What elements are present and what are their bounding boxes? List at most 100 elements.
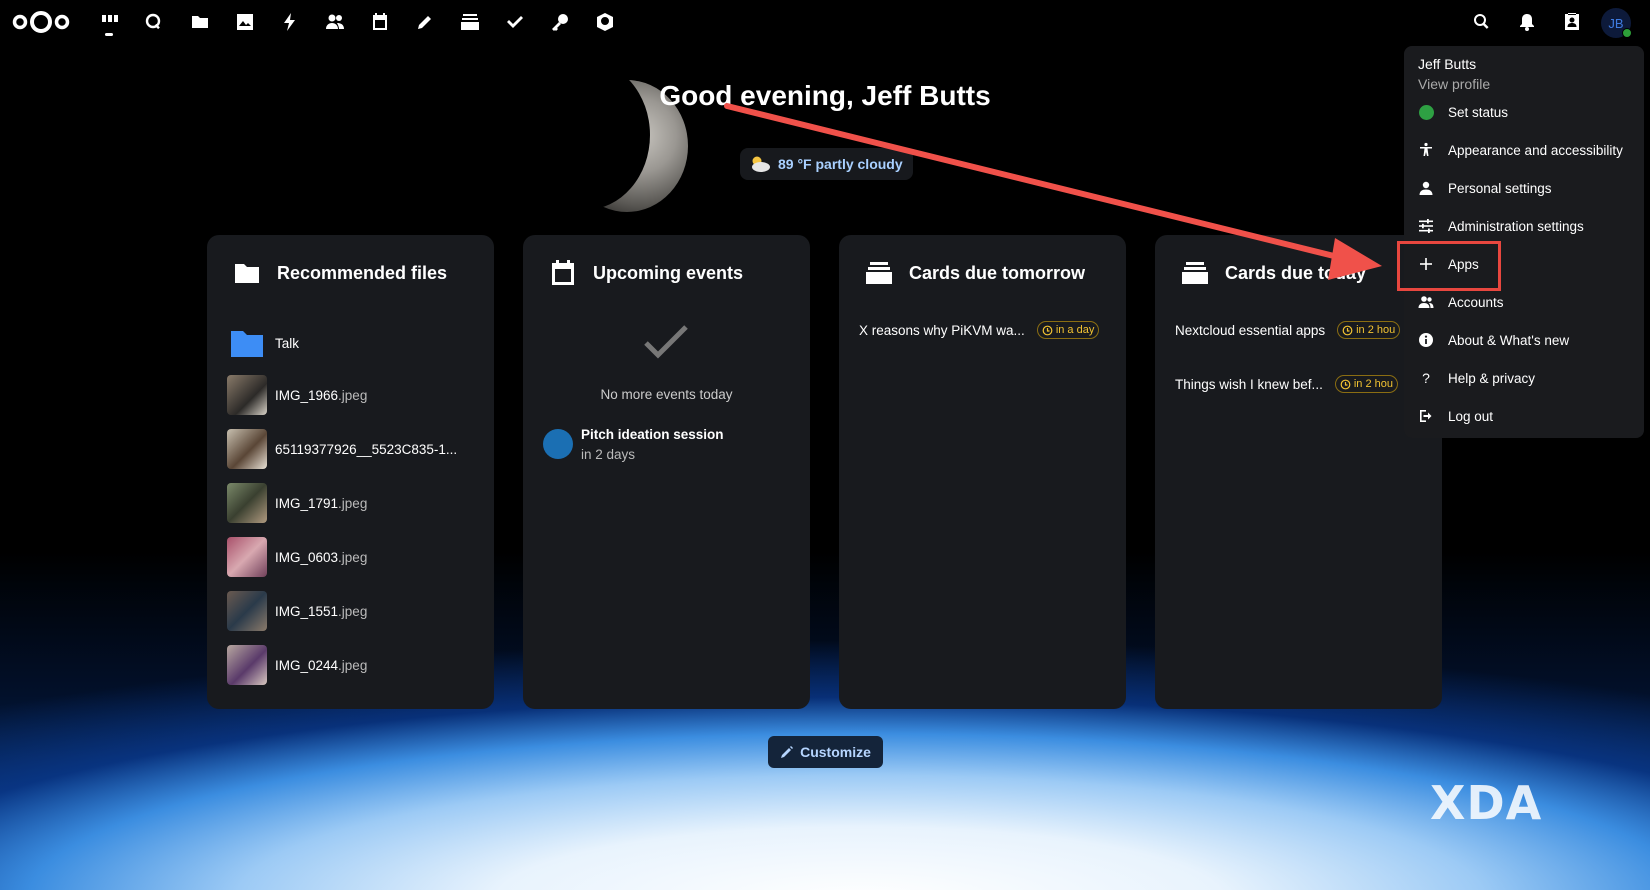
folder-thumbnail-icon (231, 331, 263, 357)
greeting-heading: Good evening, Jeff Butts (659, 80, 991, 111)
file-extension: .jpeg (338, 603, 368, 619)
folder-icon (235, 264, 259, 283)
partly-cloudy-icon (752, 156, 770, 172)
contacts-icon[interactable] (323, 10, 347, 34)
customize-button[interactable]: Customize (768, 736, 883, 768)
file-extension: .jpeg (338, 495, 368, 511)
cards-due-tomorrow-panel: Cards due tomorrow X reasons why PiKVM w… (839, 235, 1126, 709)
file-name: IMG_1966 (275, 387, 339, 403)
panel-title: Upcoming events (593, 262, 744, 283)
deck-icon[interactable] (458, 10, 482, 34)
due-badge: in 2 hou (1334, 375, 1398, 393)
accessibility-icon (1420, 142, 1432, 156)
administration-settings-item[interactable]: Administration settings (1418, 218, 1584, 234)
menu-item-label: Administration settings (1448, 218, 1584, 234)
card-title: Nextcloud essential apps (1175, 322, 1326, 338)
accounts-icon (1418, 296, 1434, 308)
nextcloud-logo-icon[interactable] (12, 8, 70, 36)
contacts-menu-icon[interactable] (1560, 10, 1584, 34)
clock-icon (1340, 379, 1351, 389)
customize-label: Customize (800, 744, 871, 760)
file-extension: .jpeg (338, 549, 368, 565)
deck-icon (1182, 262, 1208, 284)
menu-item-label: About & What's new (1448, 332, 1570, 348)
image-thumbnail (227, 591, 267, 631)
checkmark-icon[interactable] (503, 10, 527, 34)
file-item[interactable]: IMG_1966.jpeg (227, 375, 367, 415)
event-calendar-dot (543, 429, 573, 459)
file-extension: .jpeg (338, 657, 368, 673)
image-thumbnail (227, 483, 267, 523)
image-thumbnail (227, 375, 267, 415)
hexagon-icon[interactable] (593, 10, 617, 34)
due-text: in 2 hou (1353, 378, 1393, 390)
due-badge: in 2 hou (1337, 321, 1401, 339)
view-profile-link[interactable]: View profile (1418, 76, 1490, 92)
calendar-icon (552, 260, 574, 285)
weather-text: 89 °F partly cloudy (778, 156, 903, 172)
weather-status[interactable]: 89 °F partly cloudy (740, 148, 913, 180)
empty-events-text: No more events today (600, 387, 733, 402)
file-item[interactable]: IMG_1551.jpeg (227, 591, 367, 631)
calendar-icon[interactable] (368, 10, 392, 34)
apps-highlight-box (1397, 241, 1501, 291)
panel-title: Cards due today (1225, 262, 1367, 283)
file-name: 65119377926__5523C835-1... (275, 441, 458, 457)
card-item[interactable]: X reasons why PiKVM wa... in a day (859, 321, 1119, 339)
logout-icon (1420, 410, 1432, 422)
event-item[interactable]: Pitch ideation session in 2 days (543, 427, 724, 462)
set-status-item[interactable]: Set status (1418, 104, 1508, 120)
panel-title: Cards due tomorrow (909, 262, 1086, 283)
search-icon[interactable] (1470, 10, 1494, 34)
due-text: in a day (1055, 324, 1095, 336)
log-out-item[interactable]: Log out (1418, 408, 1493, 424)
menu-item-label: Set status (1448, 104, 1509, 120)
file-item[interactable]: IMG_0244.jpeg (227, 645, 367, 685)
appearance-item[interactable]: Appearance and accessibility (1418, 142, 1623, 158)
status-dot-icon (1418, 104, 1434, 120)
file-item[interactable]: IMG_1791.jpeg (227, 483, 367, 523)
file-name: Talk (275, 335, 300, 351)
event-time: in 2 days (581, 447, 636, 462)
active-app-indicator (105, 33, 113, 36)
notifications-bell-icon[interactable] (1515, 10, 1539, 34)
question-icon: ? (1422, 370, 1430, 386)
due-text: in 2 hou (1356, 324, 1396, 336)
menu-item-label: Personal settings (1448, 180, 1552, 196)
about-item[interactable]: About & What's new (1418, 332, 1569, 348)
top-bar: JB (0, 0, 1650, 46)
person-icon (1419, 181, 1433, 195)
watermark-text: XDA (1430, 776, 1543, 830)
accounts-item[interactable]: Accounts (1418, 294, 1504, 310)
file-name: IMG_1791 (275, 495, 339, 511)
file-item[interactable]: Talk (227, 323, 299, 363)
event-title: Pitch ideation session (581, 427, 724, 442)
card-item[interactable]: Nextcloud essential apps in 2 hou (1175, 321, 1442, 339)
menu-item-label: Help & privacy (1448, 370, 1536, 386)
file-name: IMG_0603 (275, 549, 339, 565)
card-item[interactable]: Things wish I knew bef... in 2 hou (1175, 375, 1442, 393)
recommended-files-panel: Recommended files Talk IMG_1966.jpeg 651… (207, 235, 494, 709)
folder-icon[interactable] (188, 10, 212, 34)
clock-icon (1342, 325, 1353, 335)
image-icon[interactable] (233, 10, 257, 34)
menu-user-name: Jeff Butts (1418, 56, 1477, 72)
deck-icon (866, 262, 892, 284)
pencil-icon[interactable] (413, 10, 437, 34)
menu-item-label: Accounts (1448, 294, 1504, 310)
panel-title: Recommended files (277, 262, 448, 283)
sliders-icon (1419, 219, 1433, 233)
dashboard-icon[interactable] (98, 10, 122, 34)
file-item[interactable]: 65119377926__5523C835-1... (227, 429, 457, 469)
image-thumbnail (227, 645, 267, 685)
help-privacy-item[interactable]: ? Help & privacy (1418, 370, 1535, 386)
file-item[interactable]: IMG_0603.jpeg (227, 537, 367, 577)
key-icon[interactable] (548, 10, 572, 34)
unified-search-icon[interactable] (141, 10, 165, 34)
clock-icon (1042, 325, 1053, 335)
personal-settings-item[interactable]: Personal settings (1418, 180, 1552, 196)
lightning-icon[interactable] (278, 10, 302, 34)
xda-watermark: XDA (1430, 776, 1542, 830)
online-status-dot (1622, 28, 1632, 38)
menu-item-label: Log out (1448, 408, 1494, 424)
